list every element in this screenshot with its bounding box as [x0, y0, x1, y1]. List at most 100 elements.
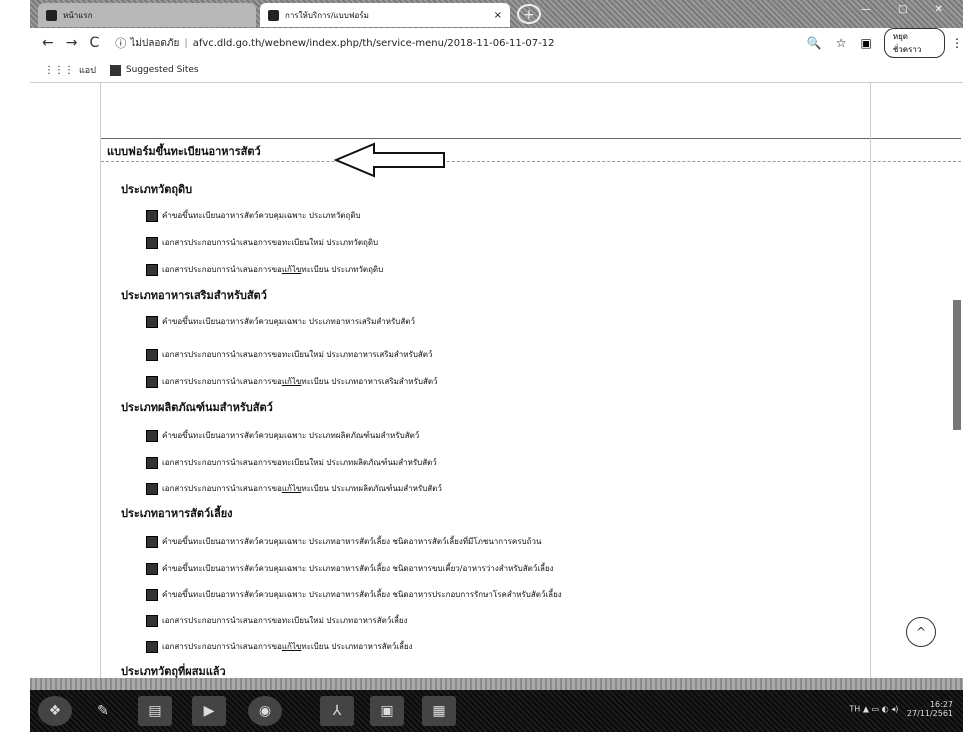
scan-margin: [0, 0, 30, 732]
form-link[interactable]: คำขอขึ้นทะเบียนอาหารสัตว์ควบคุมเฉพาะ ประ…: [146, 315, 415, 328]
word-doc-icon: [146, 456, 158, 469]
profile-button[interactable]: หยุดชั่วคราว: [883, 28, 945, 58]
section-heading: ประเภทอาหารสัตว์เลี้ยง: [121, 507, 233, 520]
acrobat-icon[interactable]: ⅄: [320, 696, 354, 726]
apps-grid-icon: ⋮⋮⋮: [44, 64, 74, 76]
screen: หน้าแรก การให้บริการ/แบบฟอร์ม × + — □ ✕ …: [0, 0, 963, 732]
form-link[interactable]: เอกสารประกอบการนำเสนอการขอ แก้ไข ทะเบียน ป…: [146, 640, 413, 653]
url-text[interactable]: afvc.dld.go.th/webnew/index.php/th/servi…: [193, 38, 555, 49]
language-indicator[interactable]: TH: [849, 705, 860, 714]
tab-home[interactable]: หน้าแรก: [38, 3, 256, 27]
favicon-icon: [46, 9, 57, 21]
word-doc-icon: [146, 209, 158, 222]
page-content: แบบฟอร์มขึ้นทะเบียนอาหารสัตว์ ประเภทวัตถ…: [100, 82, 961, 678]
form-link-underlined: แก้ไข: [281, 377, 302, 386]
form-link-label-tail: ทะเบียน ประเภทวัตถุดิบ: [301, 265, 384, 274]
form-link-label: เอกสารประกอบการนำเสนอการขอทะเบียนใหม่ ปร…: [162, 238, 379, 247]
form-link-label: เอกสารประกอบการนำเสนอการขอ: [162, 265, 282, 274]
system-tray: TH ▲ ▭ ◐ ◂) 16:27 27/11/2561: [849, 700, 953, 718]
form-link[interactable]: เอกสารประกอบการนำเสนอการขอทะเบียนใหม่ ปร…: [146, 348, 432, 361]
page-title-bar: แบบฟอร์มขึ้นทะเบียนอาหารสัตว์: [101, 138, 961, 162]
info-icon[interactable]: ⓘ: [115, 35, 126, 51]
form-link-label-tail: ทะเบียน ประเภทอาหารสัตว์เลี้ยง: [301, 642, 413, 651]
chrome-icon[interactable]: ◉: [248, 696, 282, 726]
form-link[interactable]: คำขอขึ้นทะเบียนอาหารสัตว์ควบคุมเฉพาะ ประ…: [146, 535, 541, 548]
file-explorer-icon[interactable]: ▤: [138, 696, 172, 726]
form-link[interactable]: เอกสารประกอบการนำเสนอการขอ แก้ไข ทะเบียน ป…: [146, 482, 442, 495]
favicon-icon: [268, 9, 279, 21]
form-link-label-tail: ทะเบียน ประเภทผลิตภัณฑ์นมสำหรับสัตว์: [301, 484, 442, 493]
word-doc-icon: [146, 236, 158, 249]
word-icon[interactable]: ▦: [422, 696, 456, 726]
form-link-label: คำขอขึ้นทะเบียนอาหารสัตว์ควบคุมเฉพาะ ประ…: [162, 590, 562, 599]
vertical-scrollbar-thumb[interactable]: [953, 300, 961, 430]
pen-icon[interactable]: ✎: [86, 696, 120, 726]
back-button[interactable]: ←: [42, 35, 54, 51]
window-controls[interactable]: — □ ✕: [861, 4, 955, 15]
word-doc-icon: [146, 263, 158, 276]
reload-button[interactable]: C: [89, 35, 99, 51]
bookmark-label: แอป: [79, 66, 96, 76]
section-heading: ประเภทอาหารเสริมสำหรับสัตว์: [121, 289, 267, 302]
right-sidebar: [870, 82, 963, 678]
word-doc-icon: [146, 375, 158, 388]
word-doc-icon: [146, 535, 158, 548]
browser-toolbar: ← → C ⓘ ไม่ปลอดภัย | afvc.dld.go.th/webn…: [30, 28, 963, 58]
form-link-label: คำขอขึ้นทะเบียนอาหารสัตว์ควบคุมเฉพาะ ประ…: [162, 317, 415, 326]
section-heading: ประเภทผลิตภัณฑ์นมสำหรับสัตว์: [121, 401, 273, 414]
tab-label: การให้บริการ/แบบฟอร์ม: [285, 10, 369, 20]
tray-icons[interactable]: ▲ ▭ ◐ ◂): [863, 705, 898, 714]
bookmark-star-icon[interactable]: ☆: [836, 36, 847, 50]
form-link[interactable]: เอกสารประกอบการนำเสนอการขอ แก้ไข ทะเบียน ป…: [146, 375, 438, 388]
section-heading: ประเภทวัตถุดิบ: [121, 183, 193, 196]
form-link[interactable]: เอกสารประกอบการนำเสนอการขอ แก้ไข ทะเบียน ป…: [146, 263, 383, 276]
word-doc-icon: [146, 482, 158, 495]
form-link-underlined: แก้ไข: [281, 484, 302, 493]
form-link[interactable]: เอกสารประกอบการนำเสนอการขอทะเบียนใหม่ ปร…: [146, 614, 408, 627]
form-link[interactable]: คำขอขึ้นทะเบียนอาหารสัตว์ควบคุมเฉพาะ ประ…: [146, 429, 419, 442]
tab-label: หน้าแรก: [63, 10, 93, 20]
form-link-label: เอกสารประกอบการนำเสนอการขอทะเบียนใหม่ ปร…: [162, 458, 437, 467]
word-doc-icon: [146, 640, 158, 653]
page-title: แบบฟอร์มขึ้นทะเบียนอาหารสัตว์: [107, 145, 261, 158]
clock-date: 27/11/2561: [906, 709, 953, 718]
extension-icon[interactable]: ▣: [860, 36, 871, 50]
form-link-label-tail: ทะเบียน ประเภทอาหารเสริมสำหรับสัตว์: [301, 377, 438, 386]
app-icon[interactable]: ▣: [370, 696, 404, 726]
word-doc-icon: [146, 614, 158, 627]
form-link[interactable]: คำขอขึ้นทะเบียนอาหารสัตว์ควบคุมเฉพาะ ประ…: [146, 588, 562, 601]
tab-service-forms[interactable]: การให้บริการ/แบบฟอร์ม ×: [260, 3, 510, 27]
close-tab-icon[interactable]: ×: [494, 10, 502, 21]
bookmarks-bar: ⋮⋮⋮ แอป Suggested Sites: [30, 58, 963, 83]
suggested-sites-icon: [109, 64, 121, 76]
word-doc-icon: [146, 348, 158, 361]
word-doc-icon: [146, 588, 158, 601]
word-doc-icon: [146, 315, 158, 328]
horizontal-scrollbar[interactable]: [30, 678, 963, 690]
form-link-label: คำขอขึ้นทะเบียนอาหารสัตว์ควบคุมเฉพาะ ประ…: [162, 431, 420, 440]
form-link-label: เอกสารประกอบการนำเสนอการขอ: [162, 377, 282, 386]
form-link-label: คำขอขึ้นทะเบียนอาหารสัตว์ควบคุมเฉพาะ ประ…: [162, 537, 542, 546]
form-link-underlined: แก้ไข: [281, 265, 302, 274]
form-link[interactable]: เอกสารประกอบการนำเสนอการขอทะเบียนใหม่ ปร…: [146, 236, 378, 249]
media-player-icon[interactable]: ▶: [192, 696, 226, 726]
start-button-icon[interactable]: ❖: [38, 696, 72, 726]
security-label: ไม่ปลอดภัย: [130, 37, 180, 49]
new-tab-button[interactable]: +: [517, 4, 541, 24]
zoom-icon[interactable]: 🔍: [807, 36, 822, 50]
forward-button[interactable]: →: [66, 35, 78, 51]
menu-icon[interactable]: ⋮: [951, 36, 963, 50]
form-link-label: เอกสารประกอบการนำเสนอการขอ: [162, 484, 282, 493]
form-link[interactable]: เอกสารประกอบการนำเสนอการขอทะเบียนใหม่ ปร…: [146, 456, 437, 469]
form-link[interactable]: คำขอขึ้นทะเบียนอาหารสัตว์ควบคุมเฉพาะ ประ…: [146, 562, 554, 575]
form-link[interactable]: คำขอขึ้นทะเบียนอาหารสัตว์ควบคุมเฉพาะ ประ…: [146, 209, 361, 222]
form-link-label: คำขอขึ้นทะเบียนอาหารสัตว์ควบคุมเฉพาะ ประ…: [162, 564, 554, 573]
bookmark-apps[interactable]: ⋮⋮⋮ แอป: [44, 63, 96, 77]
taskbar: ❖ ✎ ▤ ▶ ◉ ⅄ ▣ ▦ TH ▲ ▭ ◐ ◂) 16:27 27/11/…: [30, 690, 963, 732]
bookmark-suggested-sites[interactable]: Suggested Sites: [109, 64, 199, 76]
form-link-label: เอกสารประกอบการนำเสนอการขอทะเบียนใหม่ ปร…: [162, 616, 408, 625]
address-separator: |: [184, 37, 188, 49]
address-bar[interactable]: ⓘ ไม่ปลอดภัย | afvc.dld.go.th/webnew/ind…: [115, 32, 797, 54]
form-link-underlined: แก้ไข: [281, 642, 302, 651]
bookmark-label: Suggested Sites: [125, 65, 199, 75]
